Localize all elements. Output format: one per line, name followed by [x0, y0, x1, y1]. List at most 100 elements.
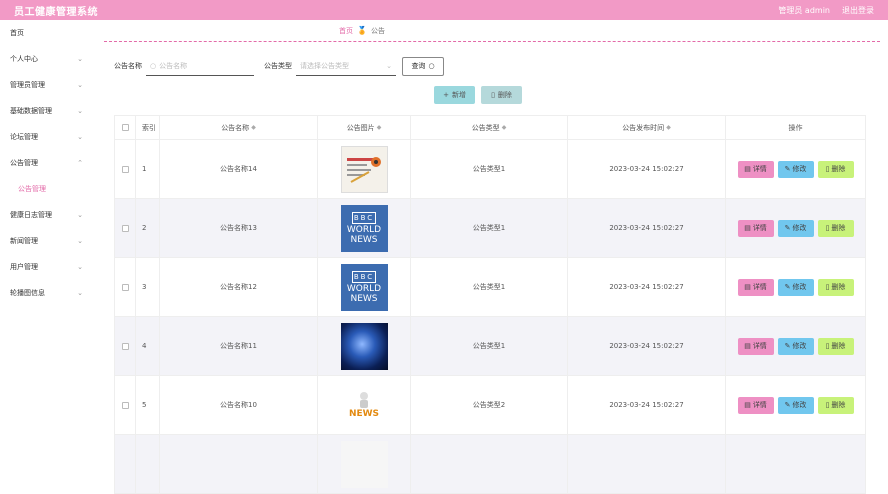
detail-button-label: 详情 [752, 224, 767, 232]
row-ops: ▤ 详情 ✎ 修改 ▯ 删除 [726, 140, 866, 198]
type-filter-select[interactable]: 请选择公告类型 ⌄ [296, 57, 396, 76]
chevron-down-icon: ⌄ [77, 237, 83, 245]
header-name[interactable]: 公告名称 ◆ [160, 116, 318, 139]
detail-button[interactable]: ▤ 详情 [737, 396, 774, 414]
sidebar-item-carousel[interactable]: 轮播图信息 ⌄ [0, 280, 92, 306]
delete-button[interactable]: ▯ 删除 [817, 396, 854, 414]
trash-icon: ▯ [825, 165, 830, 173]
select-all-cell [114, 116, 136, 139]
batch-delete-label: 删除 [497, 91, 512, 99]
row-type: 公告类型1 [411, 199, 568, 257]
detail-button[interactable]: ▤ 详情 [737, 337, 774, 355]
plus-icon: + [443, 91, 449, 99]
type-filter-placeholder: 请选择公告类型 [300, 61, 349, 70]
sidebar-item-label: 用户管理 [10, 263, 38, 271]
sidebar-item-forum[interactable]: 论坛管理 ⌄ [0, 124, 92, 150]
detail-button-label: 详情 [752, 283, 767, 291]
row-checkbox[interactable] [121, 342, 129, 350]
pencil-icon: ✎ [784, 165, 791, 173]
chevron-down-icon: ⌄ [77, 107, 83, 115]
batch-delete-button[interactable]: ▯ 删除 [481, 86, 522, 104]
sidebar-subitem-notice-manage[interactable]: 公告管理 [0, 176, 92, 202]
sidebar-item-health-log[interactable]: 健康日志管理 ⌄ [0, 202, 92, 228]
row-index: 3 [136, 258, 160, 316]
breadcrumb-current: 公告 [370, 26, 385, 35]
row-checkbox[interactable] [121, 283, 129, 291]
query-button[interactable]: 查询 ○ [402, 56, 444, 76]
sidebar-item-label: 管理员管理 [10, 81, 45, 89]
sidebar: 首页 个人中心 ⌄ 管理员管理 ⌄ 基础数据管理 ⌄ 论坛管理 ⌄ 公告管理 ⌃ 公告管理… [0, 20, 92, 456]
delete-button[interactable]: ▯ 删除 [817, 219, 854, 237]
document-icon: ▤ [744, 165, 751, 173]
row-ops: ▤ 详情 ✎ 修改 ▯ 删除 [726, 258, 866, 316]
chevron-down-icon: ⌄ [77, 263, 83, 271]
edit-button[interactable]: ✎ 修改 [777, 337, 814, 355]
document-icon: ▤ [744, 401, 751, 409]
edit-button[interactable]: ✎ 修改 [777, 278, 814, 296]
pencil-icon: ✎ [784, 342, 791, 350]
sidebar-item-profile[interactable]: 个人中心 ⌄ [0, 46, 92, 72]
row-time: 2023-03-24 15:02:27 [568, 199, 726, 257]
trash-icon: ▯ [825, 342, 830, 350]
delete-button-label: 删除 [831, 401, 846, 409]
chevron-up-icon: ⌃ [77, 159, 83, 167]
edit-button-label: 修改 [792, 401, 807, 409]
table-row: 3 公告名称12 BBC WORLD NEWS 公告类型1 2023-03-24 15:02… [114, 258, 866, 317]
pencil-icon: ✎ [784, 224, 791, 232]
row-type: 公告类型2 [411, 376, 568, 434]
delete-button-label: 删除 [831, 342, 846, 350]
sidebar-item-label: 论坛管理 [10, 133, 38, 141]
header-image[interactable]: 公告图片 ◆ [318, 116, 411, 139]
chevron-down-icon: ⌄ [77, 81, 83, 89]
header-index: 索引 [136, 116, 160, 139]
detail-button[interactable]: ▤ 详情 [737, 160, 774, 178]
sidebar-item-admins[interactable]: 管理员管理 ⌄ [0, 72, 92, 98]
sidebar-item-basic-data[interactable]: 基础数据管理 ⌄ [0, 98, 92, 124]
row-checkbox[interactable] [121, 224, 129, 232]
detail-button[interactable]: ▤ 详情 [737, 278, 774, 296]
edit-button[interactable]: ✎ 修改 [777, 219, 814, 237]
row-image-cell [318, 435, 411, 493]
table-row: 5 公告名称10 NEWS 公告类型2 2023-03-24 15:02:27 ▤ 详情 ✎ 修… [114, 376, 866, 435]
add-button[interactable]: + 新增 [434, 86, 475, 104]
delete-button[interactable]: ▯ 删除 [817, 278, 854, 296]
medal-icon: 🏅 [357, 26, 367, 35]
row-index: 2 [136, 199, 160, 257]
breadcrumb-home[interactable]: 首页 [339, 26, 353, 36]
delete-button[interactable]: ▯ 删除 [817, 160, 854, 178]
row-index: 1 [136, 140, 160, 198]
row-type: 公告类型1 [411, 258, 568, 316]
search-icon: ○ [150, 61, 157, 70]
row-checkbox[interactable] [121, 401, 129, 409]
image-text: NEWS [350, 293, 378, 304]
sidebar-item-notices[interactable]: 公告管理 ⌃ [0, 150, 92, 176]
notice-image [340, 145, 388, 193]
row-type: 公告类型1 [411, 140, 568, 198]
sidebar-item-news[interactable]: 新闻管理 ⌄ [0, 228, 92, 254]
edit-button[interactable]: ✎ 修改 [777, 160, 814, 178]
row-image-cell [318, 317, 411, 375]
name-filter-placeholder: 公告名称 [159, 61, 188, 70]
notice-image: NEWS [340, 381, 388, 429]
sidebar-item-users[interactable]: 用户管理 ⌄ [0, 254, 92, 280]
sidebar-item-label: 公告管理 [10, 159, 38, 167]
table-row [114, 435, 866, 494]
header-time[interactable]: 公告发布时间 ◆ [568, 116, 726, 139]
row-checkbox[interactable] [121, 165, 129, 173]
table-row: 1 公告名称14 公告类型1 2023-03-24 15:02:27 ▤ 详情 ✎ 修改 ▯ 删除 [114, 140, 866, 199]
image-text: WORLD [346, 224, 382, 235]
trash-icon: ▯ [825, 283, 830, 291]
sidebar-item-home[interactable]: 首页 [0, 20, 92, 46]
detail-button[interactable]: ▤ 详情 [737, 219, 774, 237]
delete-button[interactable]: ▯ 删除 [817, 337, 854, 355]
name-filter-input[interactable]: ○ 公告名称 [146, 57, 254, 76]
sort-icon: ◆ [666, 124, 671, 131]
sidebar-item-label: 首页 [10, 29, 24, 37]
delete-button-label: 删除 [831, 224, 846, 232]
logout-link[interactable]: 退出登录 [842, 5, 874, 16]
select-all-checkbox[interactable] [121, 124, 129, 131]
edit-button[interactable]: ✎ 修改 [777, 396, 814, 414]
row-select-cell [114, 140, 136, 198]
header-time-label: 公告发布时间 [622, 123, 665, 132]
header-type[interactable]: 公告类型 ◆ [411, 116, 568, 139]
